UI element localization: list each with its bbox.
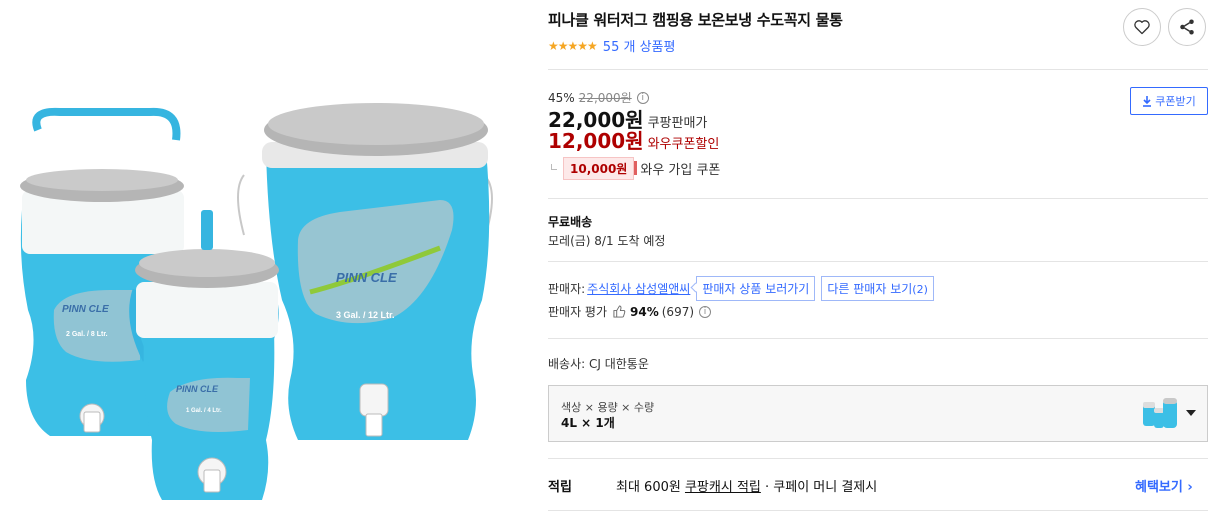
small-jug-capacity: 1 Gal. / 4 Ltr. — [186, 408, 222, 414]
seller-label: 판매자: — [548, 282, 586, 296]
coupon-line: 10,000원 와우 가입 쿠폰 — [551, 157, 720, 180]
rating-stars: ★★★★★ — [548, 38, 598, 53]
product-rating: ★★★★★ 55 개 상품평 — [548, 36, 676, 56]
discount-rate: 45% — [548, 90, 575, 105]
option-value: 4L × 1개 — [561, 416, 615, 430]
product-image[interactable]: PINN CLE 3 Gal. / 12 Ltr. PINN CLE 2 Gal… — [0, 0, 530, 518]
seller-rating-row: 판매자 평가 94% (697) i — [548, 303, 712, 320]
reward-description: 최대 600원 쿠팡캐시 적립 · 쿠페이 머니 결제시 — [616, 476, 877, 495]
option-label: 색상 × 용량 × 수량 — [561, 401, 655, 414]
medium-jug-capacity: 2 Gal. / 8 Ltr. — [66, 331, 108, 338]
reward-label: 적립 — [548, 480, 572, 495]
product-info-panel: 피나클 워터저그 캠핑용 보온보냉 수도꼭지 물통 ★★★★★ 55 개 상품평… — [548, 0, 1208, 518]
medium-jug-brand: PINN CLE — [62, 304, 109, 315]
reward-prefix: 최대 600원 — [616, 480, 681, 495]
wishlist-button[interactable] — [1123, 8, 1161, 46]
seller-rating-label: 판매자 평가 — [548, 305, 608, 319]
coupon-price-label: 와우쿠폰할인 — [647, 137, 720, 152]
divider — [548, 198, 1208, 199]
water-jug-set-image: PINN CLE 3 Gal. / 12 Ltr. PINN CLE 2 Gal… — [20, 103, 498, 500]
option-thumbnail-icon — [1143, 398, 1177, 428]
coupang-cash-link[interactable]: 쿠팡캐시 적립 — [685, 480, 761, 495]
seller-rating-count: (697) — [661, 304, 695, 319]
chevron-down-icon — [1186, 410, 1196, 416]
option-selector[interactable]: 색상 × 용량 × 수량 4L × 1개 — [548, 385, 1208, 442]
seller-row: 판매자: 주식회사 삼성엘앤씨 판매자 상품 보러가기 다른 판매자 보기(2) — [548, 276, 934, 301]
share-button[interactable] — [1168, 8, 1206, 46]
view-benefits-link[interactable]: 혜택보기 › — [1135, 476, 1193, 495]
other-sellers-count: (2) — [912, 283, 928, 296]
delivery-date: 모레(금) 8/1 도착 예정 — [548, 234, 666, 248]
small-jug-brand: PINN CLE — [176, 384, 219, 394]
coupon-price: 12,000원 — [548, 129, 644, 153]
price-info-icon[interactable]: i — [636, 91, 649, 104]
divider — [548, 510, 1208, 511]
coupon-amount-badge: 10,000원 — [563, 157, 638, 180]
review-count-link[interactable]: 55 개 상품평 — [603, 36, 676, 55]
large-jug-capacity: 3 Gal. / 12 Ltr. — [336, 310, 395, 320]
share-icon — [1180, 19, 1194, 35]
get-coupon-label: 쿠폰받기 — [1155, 95, 1196, 108]
seller-name-link[interactable]: 주식회사 삼성엘앤씨 — [587, 280, 690, 297]
product-title: 피나클 워터저그 캠핑용 보온보냉 수도꼭지 물통 — [548, 11, 843, 29]
divider — [548, 338, 1208, 339]
heart-icon — [1134, 20, 1150, 35]
large-jug-brand: PINN CLE — [336, 270, 397, 285]
corner-icon — [551, 163, 557, 170]
seller-rating-percent: 94% — [630, 304, 659, 319]
seller-products-button[interactable]: 판매자 상품 보러가기 — [696, 276, 816, 301]
divider — [548, 69, 1208, 70]
coupon-price-row: 12,000원 와우쿠폰할인 — [548, 125, 719, 154]
get-coupon-button[interactable]: 쿠폰받기 — [1130, 87, 1208, 115]
thumbs-up-icon — [613, 305, 626, 318]
other-sellers-button[interactable]: 다른 판매자 보기(2) — [821, 276, 934, 301]
reward-suffix: · 쿠페이 머니 결제시 — [765, 480, 878, 495]
divider — [548, 261, 1208, 262]
divider — [548, 458, 1208, 459]
other-sellers-label: 다른 판매자 보기 — [827, 282, 913, 296]
shipping-title: 무료배송 — [548, 215, 593, 229]
download-icon — [1143, 95, 1152, 107]
coupon-description: 와우 가입 쿠폰 — [640, 163, 721, 178]
carrier-info: 배송사: CJ 대한통운 — [548, 357, 649, 371]
seller-info-icon[interactable]: i — [699, 305, 712, 318]
